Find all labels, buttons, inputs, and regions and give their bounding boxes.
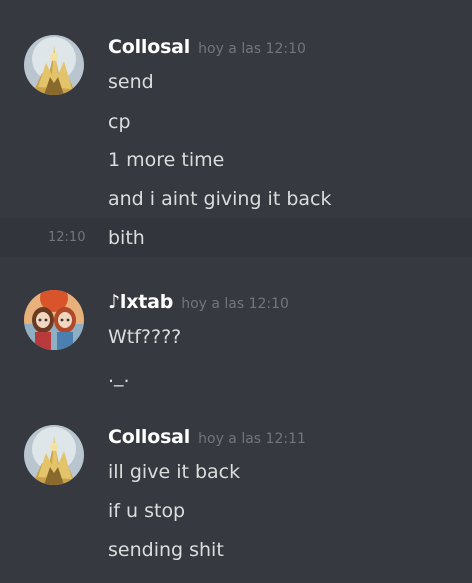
username[interactable]: Collosal — [108, 426, 190, 448]
golden-statue-avatar-icon — [24, 425, 84, 485]
hovered-message-row[interactable]: 12:10 — [0, 218, 472, 257]
username[interactable]: ♪lxtab — [108, 291, 173, 313]
golden-statue-avatar-icon — [24, 35, 84, 95]
message-text: Wtf???? — [108, 326, 182, 348]
user-avatar[interactable] — [24, 290, 84, 350]
message-timestamp: hoy a las 12:10 — [198, 41, 306, 57]
message-text: cp — [108, 111, 131, 133]
user-avatar[interactable] — [24, 35, 84, 95]
message-timestamp: hoy a las 12:11 — [198, 431, 306, 447]
message-text: ill give it back — [108, 461, 241, 483]
message-text: if u stop — [108, 500, 186, 522]
message-header: ♪lxtab hoy a las 12:10 — [108, 291, 289, 315]
message-header: Collosal hoy a las 12:10 — [108, 36, 306, 60]
message-text: 1 more time — [108, 149, 225, 171]
message-text: send — [108, 71, 154, 93]
message-text: ._. — [108, 365, 130, 387]
anime-girls-avatar-icon — [24, 290, 84, 350]
hover-timestamp: 12:10 — [48, 230, 86, 245]
username[interactable]: Collosal — [108, 36, 190, 58]
message-text: bith — [108, 227, 145, 249]
message-header: Collosal hoy a las 12:11 — [108, 426, 306, 450]
message-timestamp: hoy a las 12:10 — [181, 296, 289, 312]
message-list: Collosal hoy a las 12:10 send cp 1 more t… — [0, 0, 472, 583]
message-text: sending shit — [108, 539, 224, 561]
user-avatar[interactable] — [24, 425, 84, 485]
message-text: and i aint giving it back — [108, 188, 332, 210]
